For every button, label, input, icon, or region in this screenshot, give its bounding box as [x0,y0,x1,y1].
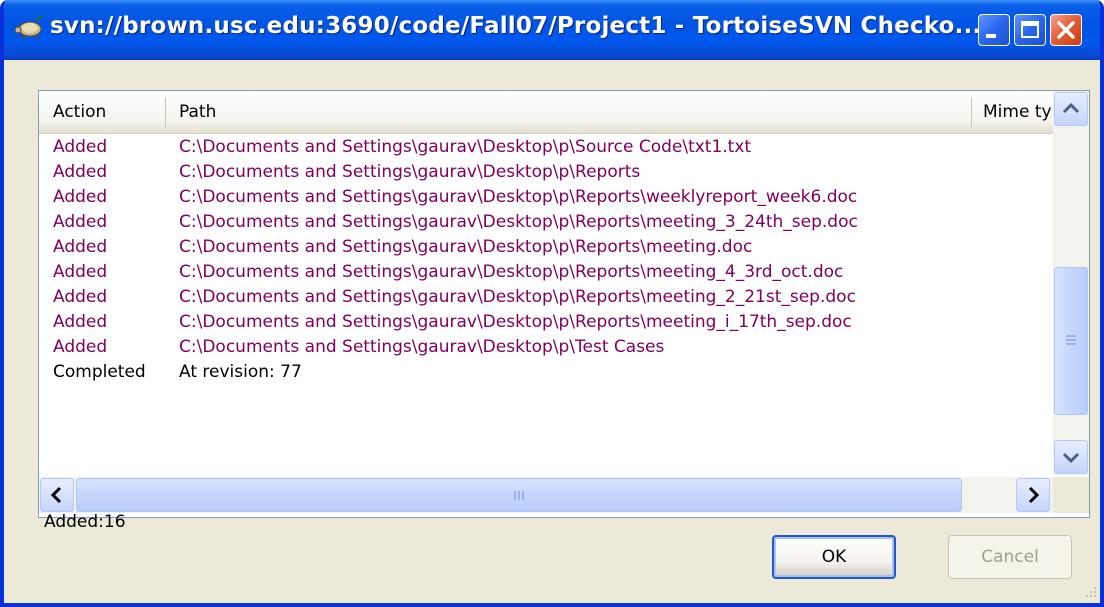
row-action: Added [53,287,108,307]
scroll-up-button[interactable] [1054,92,1088,126]
list-row[interactable]: Added C:\Documents and Settings\gaurav\D… [39,185,1053,210]
row-action: Added [53,212,108,232]
list-rows: Added C:\Documents and Settings\gaurav\D… [39,135,1053,465]
grip-lines-icon [1066,335,1076,345]
row-path: C:\Documents and Settings\gaurav\Desktop… [179,162,641,182]
row-action: Added [53,137,108,157]
chevron-up-icon [1062,102,1080,114]
maximize-icon [1021,21,1039,38]
row-path: C:\Documents and Settings\gaurav\Desktop… [179,262,844,282]
list-row[interactable]: Added C:\Documents and Settings\gaurav\D… [39,310,1053,335]
ok-button[interactable]: OK [772,535,896,579]
list-row[interactable]: Added C:\Documents and Settings\gaurav\D… [39,210,1053,235]
maximize-button[interactable] [1014,14,1046,46]
list-row[interactable]: Added C:\Documents and Settings\gaurav\D… [39,160,1053,185]
list-row[interactable]: Added C:\Documents and Settings\gaurav\D… [39,235,1053,260]
row-action: Added [53,187,108,207]
minimize-icon [986,34,996,38]
cancel-button[interactable]: Cancel [948,535,1072,579]
window-title: svn://brown.usc.edu:3690/code/Fall07/Pro… [50,13,982,39]
vertical-scroll-thumb[interactable] [1054,267,1088,415]
scroll-down-button[interactable] [1054,440,1088,474]
close-icon [1057,21,1075,39]
list-row-completed[interactable]: Completed At revision: 77 [39,360,1053,385]
horizontal-scrollbar[interactable] [39,477,1053,513]
list-row[interactable]: Added C:\Documents and Settings\gaurav\D… [39,335,1053,360]
row-action: Added [53,162,108,182]
vertical-scrollbar[interactable] [1053,91,1089,475]
row-path: At revision: 77 [179,362,302,382]
row-action: Added [53,312,108,332]
tortoisesvn-logo-icon [14,15,43,40]
row-action: Added [53,337,108,357]
row-path: C:\Documents and Settings\gaurav\Desktop… [179,187,858,207]
horizontal-scroll-thumb[interactable] [76,478,962,512]
row-action: Added [53,237,108,257]
column-header-mime-type[interactable]: Mime ty [971,91,1053,134]
checkout-results-list[interactable]: Action Path Mime ty Added C:\Documents a… [38,90,1090,518]
row-path: C:\Documents and Settings\gaurav\Desktop… [179,137,752,157]
minimize-button[interactable] [978,14,1010,46]
list-header: Action Path Mime ty [39,91,1053,134]
dialog-window: svn://brown.usc.edu:3690/code/Fall07/Pro… [0,0,1104,607]
added-count-label: Added:16 [44,512,126,532]
row-path: C:\Documents and Settings\gaurav\Desktop… [179,287,856,307]
chevron-down-icon [1062,452,1080,464]
row-path: C:\Documents and Settings\gaurav\Desktop… [179,312,852,332]
row-action: Completed [53,362,146,382]
row-path: C:\Documents and Settings\gaurav\Desktop… [179,337,665,357]
list-row[interactable]: Added C:\Documents and Settings\gaurav\D… [39,135,1053,160]
row-path: C:\Documents and Settings\gaurav\Desktop… [179,237,753,257]
column-header-action[interactable]: Action [39,91,165,134]
row-path: C:\Documents and Settings\gaurav\Desktop… [179,212,858,232]
scroll-left-button[interactable] [40,478,74,512]
close-button[interactable] [1050,14,1082,46]
dialog-client-area: Action Path Mime ty Added C:\Documents a… [4,60,1100,603]
resize-grip-icon[interactable] [1080,583,1098,601]
chevron-left-icon [50,486,62,504]
scroll-right-button[interactable] [1016,478,1050,512]
list-row[interactable]: Added C:\Documents and Settings\gaurav\D… [39,260,1053,285]
title-bar[interactable]: svn://brown.usc.edu:3690/code/Fall07/Pro… [4,0,1100,60]
row-action: Added [53,262,108,282]
list-row[interactable]: Added C:\Documents and Settings\gaurav\D… [39,285,1053,310]
chevron-right-icon [1028,486,1040,504]
column-header-path[interactable]: Path [165,91,971,134]
grip-lines-icon [514,491,524,500]
scrollbar-corner [1053,477,1089,513]
